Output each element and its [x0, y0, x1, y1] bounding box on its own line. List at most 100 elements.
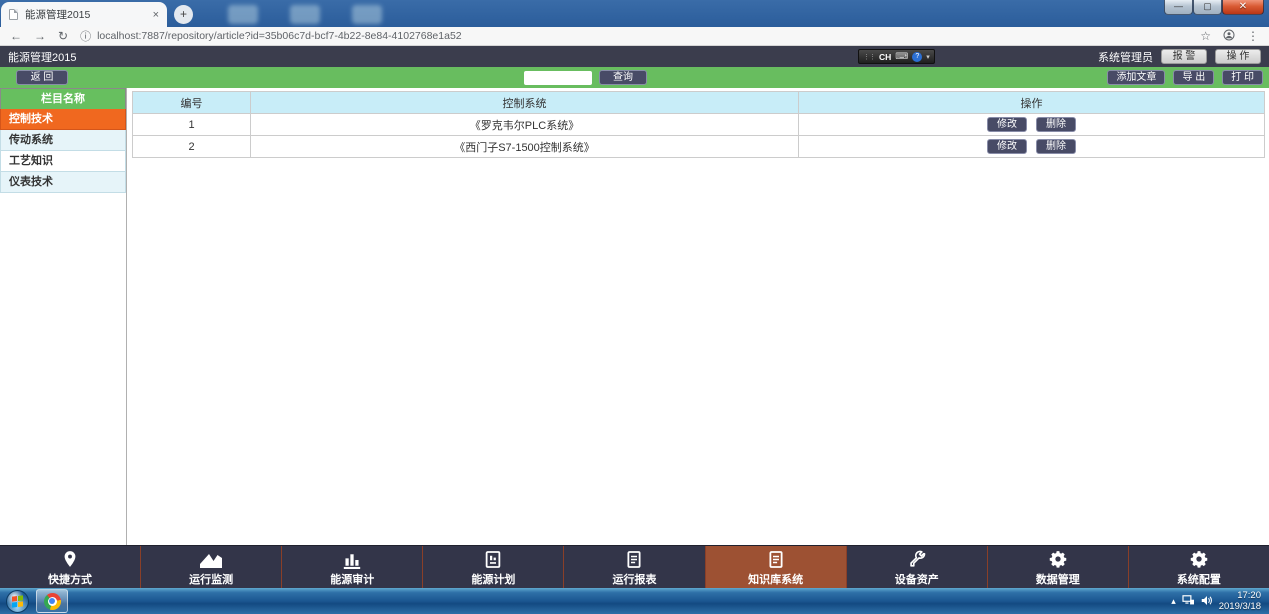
desktop-ghost-icon [352, 5, 382, 24]
maximize-button[interactable]: ▢ [1193, 0, 1222, 15]
gear-icon [1048, 548, 1068, 569]
ime-grip-icon[interactable]: ⋮⋮ [863, 53, 875, 61]
cell-title: 《罗克韦尔PLC系统》 [251, 114, 799, 136]
search-group: 查询 [524, 70, 647, 85]
article-table: 编号 控制系统 操作 1 《罗克韦尔PLC系统》 修改 删除 2 《西门子S7-… [132, 91, 1265, 158]
table-row: 1 《罗克韦尔PLC系统》 修改 删除 [133, 114, 1265, 136]
app-title: 能源管理2015 [8, 49, 76, 65]
delete-button[interactable]: 删除 [1036, 139, 1076, 154]
screen: 能源管理2015 × + — ▢ ✕ ← → ↻ ⓘ localhost:788… [0, 0, 1269, 614]
query-button[interactable]: 查询 [599, 70, 647, 85]
gear-icon [1189, 548, 1209, 569]
nav-item-system-config[interactable]: 系统配置 [1129, 546, 1269, 588]
window-controls: — ▢ ✕ [1164, 0, 1264, 15]
back-icon[interactable]: ← [10, 30, 22, 42]
app-header: 能源管理2015 ⋮⋮ CH ⌨ ? ▾ 系统管理员 报 警 操 作 [0, 46, 1269, 67]
area-chart-icon [199, 548, 223, 569]
document-lines-icon [767, 548, 785, 569]
sidebar-item-control-tech[interactable]: 控制技术 [0, 109, 126, 130]
browser-url-bar: ← → ↻ ⓘ localhost:7887/repository/articl… [0, 27, 1269, 46]
ime-options-icon[interactable]: ▾ [926, 53, 930, 61]
cell-id: 2 [133, 136, 251, 158]
url-text: localhost:7887/repository/article?id=35b… [97, 30, 462, 42]
close-button[interactable]: ✕ [1222, 0, 1264, 15]
page-favicon-icon [9, 9, 18, 20]
date-label: 2019/3/18 [1219, 601, 1261, 612]
sidebar-header: 栏目名称 [0, 88, 126, 109]
alarm-button[interactable]: 报 警 [1161, 49, 1207, 64]
print-button[interactable]: 打 印 [1222, 70, 1263, 85]
article-table-area: 编号 控制系统 操作 1 《罗克韦尔PLC系统》 修改 删除 2 《西门子S7-… [127, 88, 1269, 545]
sidebar-item-transmission[interactable]: 传动系统 [0, 130, 126, 151]
tab-close-icon[interactable]: × [153, 9, 159, 21]
sidebar-item-process-knowledge[interactable]: 工艺知识 [0, 151, 126, 172]
table-row: 2 《西门子S7-1500控制系统》 修改 删除 [133, 136, 1265, 158]
ime-language-label[interactable]: CH [879, 52, 891, 62]
start-button[interactable] [6, 590, 29, 613]
location-pin-icon [61, 548, 79, 569]
cell-id: 1 [133, 114, 251, 136]
keyboard-icon[interactable]: ⌨ [895, 51, 908, 62]
header-right-group: 系统管理员 报 警 操 作 [1098, 49, 1261, 65]
new-tab-button[interactable]: + [174, 5, 193, 24]
desktop-ghost-icon [290, 5, 320, 24]
content-area: 栏目名称 控制技术 传动系统 工艺知识 仪表技术 编号 控制系统 操作 1 《罗… [0, 88, 1269, 545]
address-field[interactable]: ⓘ localhost:7887/repository/article?id=3… [80, 28, 1188, 44]
nav-item-shortcuts[interactable]: 快捷方式 [0, 546, 141, 588]
cell-title: 《西门子S7-1500控制系统》 [251, 136, 799, 158]
desktop-ghost-icon [228, 5, 258, 24]
nav-item-energy-audit[interactable]: 能源审计 [282, 546, 423, 588]
system-tray: ▴ 17:20 2019/3/18 [1171, 590, 1261, 612]
reload-icon[interactable]: ↻ [58, 30, 68, 42]
cell-actions: 修改 删除 [799, 136, 1265, 158]
speaker-icon[interactable] [1201, 595, 1213, 608]
nav-item-run-report[interactable]: 运行报表 [564, 546, 705, 588]
profile-icon[interactable] [1223, 29, 1235, 43]
bookmark-star-icon[interactable]: ☆ [1200, 30, 1211, 42]
document-chart-icon [484, 548, 502, 569]
windows-logo-icon [12, 595, 23, 607]
minimize-button[interactable]: — [1164, 0, 1193, 15]
nav-item-knowledge-base[interactable]: 知识库系统 [706, 546, 847, 588]
modify-button[interactable]: 修改 [987, 117, 1027, 132]
taskbar-clock[interactable]: 17:20 2019/3/18 [1219, 590, 1261, 612]
column-header-id: 编号 [133, 92, 251, 114]
windows-taskbar: ▴ 17:20 2019/3/18 [0, 588, 1269, 614]
current-user-label: 系统管理员 [1098, 49, 1153, 65]
modify-button[interactable]: 修改 [987, 139, 1027, 154]
delete-button[interactable]: 删除 [1036, 117, 1076, 132]
browser-menu-icon[interactable]: ⋮ [1247, 30, 1259, 42]
tray-expand-icon[interactable]: ▴ [1171, 596, 1176, 607]
ime-language-bar[interactable]: ⋮⋮ CH ⌨ ? ▾ [858, 49, 935, 64]
time-label: 17:20 [1219, 590, 1261, 601]
wrench-icon [907, 548, 927, 569]
operate-button[interactable]: 操 作 [1215, 49, 1261, 64]
cell-actions: 修改 删除 [799, 114, 1265, 136]
page-info-icon[interactable]: ⓘ [80, 28, 91, 44]
browser-tab[interactable]: 能源管理2015 × [1, 2, 167, 27]
network-icon[interactable] [1182, 595, 1195, 608]
nav-item-energy-plan[interactable]: 能源计划 [423, 546, 564, 588]
forward-icon[interactable]: → [34, 30, 46, 42]
document-lines-icon [625, 548, 643, 569]
browser-tab-strip: 能源管理2015 × + — ▢ ✕ [0, 0, 1269, 27]
nav-item-run-monitoring[interactable]: 运行监测 [141, 546, 282, 588]
column-header-actions: 操作 [799, 92, 1265, 114]
ime-help-icon[interactable]: ? [912, 52, 922, 62]
tab-title: 能源管理2015 [25, 7, 146, 22]
nav-item-equipment-assets[interactable]: 设备资产 [847, 546, 988, 588]
table-header-row: 编号 控制系统 操作 [133, 92, 1265, 114]
bar-chart-icon [342, 548, 362, 569]
nav-item-data-management[interactable]: 数据管理 [988, 546, 1129, 588]
bottom-navigation: 快捷方式 运行监测 能源审计 能源计划 运行报表 [0, 545, 1269, 588]
column-header-title: 控制系统 [251, 92, 799, 114]
back-button[interactable]: 返 回 [16, 70, 68, 85]
taskbar-chrome-button[interactable] [36, 589, 68, 613]
toolbar-right-group: 添加文章 导 出 打 印 [1107, 70, 1263, 85]
export-button[interactable]: 导 出 [1173, 70, 1214, 85]
add-article-button[interactable]: 添加文章 [1107, 70, 1165, 85]
sidebar-item-instrument-tech[interactable]: 仪表技术 [0, 172, 126, 193]
search-input[interactable] [524, 71, 592, 85]
toolbar: 返 回 查询 添加文章 导 出 打 印 [0, 67, 1269, 88]
chrome-icon [44, 593, 61, 610]
